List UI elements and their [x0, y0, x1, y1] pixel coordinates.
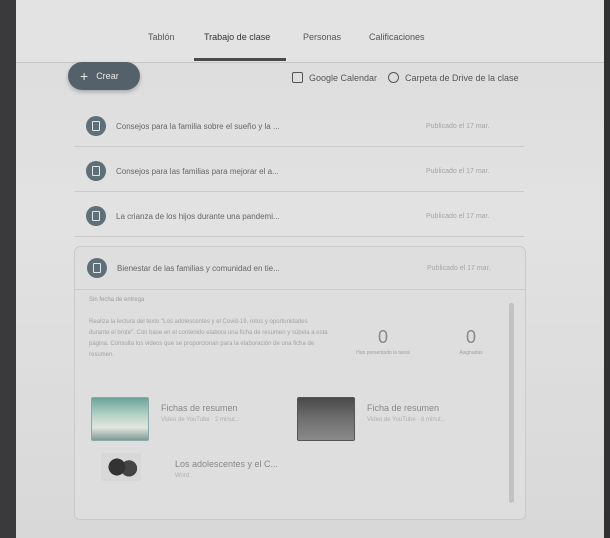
list-item[interactable]: Consejos para la familia sobre el sueño …: [74, 106, 524, 147]
attachment-subtitle: Word: [175, 473, 190, 479]
assigned-label: Asignadas: [459, 350, 483, 356]
attachment-title: Los adolescentes y el C...: [175, 459, 279, 469]
post-title: Consejos para las familias para mejorar …: [116, 166, 279, 176]
assignment-description: Realiza la lectura del texto "Los adoles…: [89, 319, 328, 358]
create-button[interactable]: + Crear: [68, 62, 140, 90]
calendar-icon: [292, 72, 303, 83]
document-icon: [86, 206, 106, 226]
video-thumbnail: [91, 397, 149, 441]
tab-stream[interactable]: Tablón: [148, 32, 175, 42]
calendar-label: Google Calendar: [309, 72, 378, 83]
tab-grades[interactable]: Calificaciones: [369, 32, 425, 42]
create-label: Crear: [96, 71, 119, 81]
drive-icon: [388, 72, 399, 83]
plus-icon: +: [80, 68, 89, 84]
list-item[interactable]: Bienestar de las familias y comunidad en…: [75, 247, 525, 290]
list-item[interactable]: La crianza de los hijos durante una pand…: [74, 196, 524, 237]
attachment-video[interactable]: Ficha de resumen Video de YouTube · 8 mi…: [297, 397, 446, 441]
post-date: Publicado el 17 mar.: [427, 264, 491, 272]
post-date: Publicado el 17 mar.: [426, 122, 490, 130]
top-navigation: Tablón Trabajo de clase Personas Calific…: [16, 0, 604, 63]
attachment-document[interactable]: Los adolescentes y el C... Word: [101, 453, 278, 481]
active-tab-indicator: [194, 58, 286, 61]
document-icon: [86, 161, 106, 181]
classroom-screen: Tablón Trabajo de clase Personas Calific…: [16, 0, 604, 538]
expanded-post-card: Bienestar de las familias y comunidad en…: [74, 246, 526, 520]
document-thumbnail: [101, 453, 141, 481]
drive-label: Carpeta de Drive de la clase: [405, 72, 519, 83]
post-date: Publicado el 17 mar.: [426, 212, 490, 220]
attachment-title: Ficha de resumen: [367, 403, 440, 413]
post-title: La crianza de los hijos durante una pand…: [116, 211, 280, 221]
monitor-bezel-right: [604, 0, 610, 538]
attachment-subtitle: Video de YouTube · 8 minut...: [367, 417, 446, 423]
post-title: Consejos para la familia sobre el sueño …: [116, 121, 280, 131]
scrollbar[interactable]: [509, 303, 514, 503]
document-icon: [86, 116, 106, 136]
attachment-video[interactable]: Fichas de resumen Video de YouTube · 2 m…: [91, 397, 240, 441]
assigned-count: 0: [465, 327, 476, 347]
google-calendar-link[interactable]: Google Calendar: [292, 72, 377, 83]
monitor-bezel-left: [0, 0, 16, 538]
list-item[interactable]: Consejos para las familias para mejorar …: [74, 151, 524, 192]
assigned-stat[interactable]: 0 Asignadas: [441, 327, 501, 356]
document-icon: [87, 258, 107, 278]
video-thumbnail: [297, 397, 355, 441]
attachment-title: Fichas de resumen: [161, 403, 238, 413]
turned-in-stat[interactable]: 0 Han presentado la tarea: [343, 327, 423, 356]
drive-folder-link[interactable]: Carpeta de Drive de la clase: [388, 72, 519, 83]
post-title: Bienestar de las familias y comunidad en…: [117, 263, 280, 273]
tab-people[interactable]: Personas: [303, 32, 341, 42]
turned-in-label: Han presentado la tarea: [356, 350, 410, 356]
attachment-subtitle: Video de YouTube · 2 minut...: [161, 417, 240, 423]
tab-classwork[interactable]: Trabajo de clase: [204, 32, 270, 42]
due-date-text: Sin fecha de entrega: [89, 297, 145, 303]
post-date: Publicado el 17 mar.: [426, 167, 490, 175]
turned-in-count: 0: [377, 327, 388, 347]
